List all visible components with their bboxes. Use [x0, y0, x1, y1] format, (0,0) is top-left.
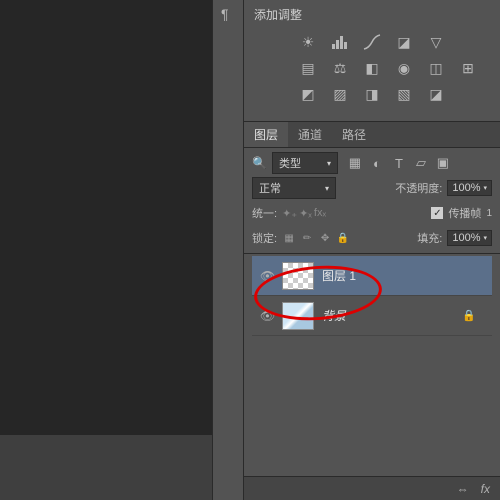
filter-pixel-icon[interactable]: ▦: [347, 155, 363, 171]
blend-mode-dropdown[interactable]: 正常: [252, 177, 336, 199]
search-icon[interactable]: 🔍: [252, 156, 267, 170]
unify-position-icon[interactable]: ✦₊: [282, 207, 297, 220]
lock-all-icon[interactable]: 🔒: [336, 231, 350, 245]
posterize-icon[interactable]: ▨: [330, 85, 350, 103]
visibility-eye-icon[interactable]: 👁: [260, 269, 274, 283]
curves-icon[interactable]: [362, 33, 382, 51]
layer-thumbnail[interactable]: [282, 262, 314, 290]
unify-label: 统一:: [252, 205, 277, 221]
lock-pixels-icon[interactable]: ✏: [300, 231, 314, 245]
brightness-icon[interactable]: ☀: [298, 33, 318, 51]
layer-row-background[interactable]: 👁 背景 🔒: [252, 296, 492, 336]
layer-name[interactable]: 图层 1: [322, 267, 356, 284]
lock-transparent-icon[interactable]: ▦: [282, 231, 296, 245]
propagate-checkbox[interactable]: ✓: [431, 207, 443, 219]
photo-filter-icon[interactable]: ◉: [394, 59, 414, 77]
fill-label: 填充:: [417, 230, 442, 246]
opacity-label: 不透明度:: [395, 180, 442, 196]
color-lookup-icon[interactable]: ⊞: [458, 59, 478, 77]
link-icon[interactable]: ⇔: [457, 482, 469, 496]
lock-label: 锁定:: [252, 230, 277, 246]
tab-paths[interactable]: 路径: [332, 122, 376, 147]
filter-type-icon[interactable]: T: [391, 155, 407, 171]
visibility-eye-icon[interactable]: 👁: [260, 309, 274, 323]
layer-controls: 🔍 类型 ▦ ◐ T ▱ ▣ 正常 不透明度: 100% 统一: ✦₊ ✦ₓ f…: [244, 148, 500, 341]
threshold-icon[interactable]: ◨: [362, 85, 382, 103]
lock-indicator-icon: 🔒: [462, 309, 476, 322]
fx-icon[interactable]: fx: [481, 482, 490, 496]
adjustments-title: 添加调整: [254, 6, 490, 23]
channel-mixer-icon[interactable]: ◫: [426, 59, 446, 77]
layer-thumbnail[interactable]: [282, 302, 314, 330]
hue-icon[interactable]: ▤: [298, 59, 318, 77]
panel-tabs: 图层 通道 路径: [244, 122, 500, 148]
bw-icon[interactable]: ◧: [362, 59, 382, 77]
gradient-map-icon[interactable]: ▧: [394, 85, 414, 103]
color-balance-icon[interactable]: ⚖: [330, 59, 350, 77]
adjustments-panel: 添加调整 ☀ ◪ ▽ ▤ ⚖ ◧ ◉ ◫ ⊞ ◩ ▨ ◨ ▧ ◪: [244, 0, 500, 122]
opacity-input[interactable]: 100%: [447, 180, 492, 196]
right-panel-group: 添加调整 ☀ ◪ ▽ ▤ ⚖ ◧ ◉ ◫ ⊞ ◩ ▨ ◨ ▧ ◪ 图层 通道 路…: [244, 0, 500, 500]
propagate-label: 传播帧: [448, 205, 481, 221]
type-filter-dropdown[interactable]: 类型: [272, 152, 338, 174]
layer-name[interactable]: 背景: [322, 307, 346, 324]
vibrance-icon[interactable]: ▽: [426, 33, 446, 51]
paragraph-icon[interactable]: ¶: [213, 0, 243, 28]
tab-layers[interactable]: 图层: [244, 122, 288, 147]
lock-position-icon[interactable]: ✥: [318, 231, 332, 245]
invert-icon[interactable]: ◩: [298, 85, 318, 103]
filter-icons: ▦ ◐ T ▱ ▣: [347, 155, 451, 171]
tab-channels[interactable]: 通道: [288, 122, 332, 147]
levels-icon[interactable]: [330, 33, 350, 51]
layers-bottom-toolbar: ⇔ fx: [244, 476, 500, 500]
unify-style-icon[interactable]: fxₓ: [314, 207, 326, 220]
selective-color-icon[interactable]: ◪: [426, 85, 446, 103]
fill-input[interactable]: 100%: [447, 230, 492, 246]
unify-visibility-icon[interactable]: ✦ₓ: [299, 207, 312, 220]
layer-list: 👁 图层 1 👁 背景 🔒: [252, 256, 492, 336]
filter-adjustment-icon[interactable]: ◐: [369, 155, 385, 171]
layer-row-layer1[interactable]: 👁 图层 1: [252, 256, 492, 296]
exposure-icon[interactable]: ◪: [394, 33, 414, 51]
vertical-toolbar: ¶: [212, 0, 244, 500]
canvas-area: [0, 0, 212, 435]
filter-smart-icon[interactable]: ▣: [435, 155, 451, 171]
filter-shape-icon[interactable]: ▱: [413, 155, 429, 171]
